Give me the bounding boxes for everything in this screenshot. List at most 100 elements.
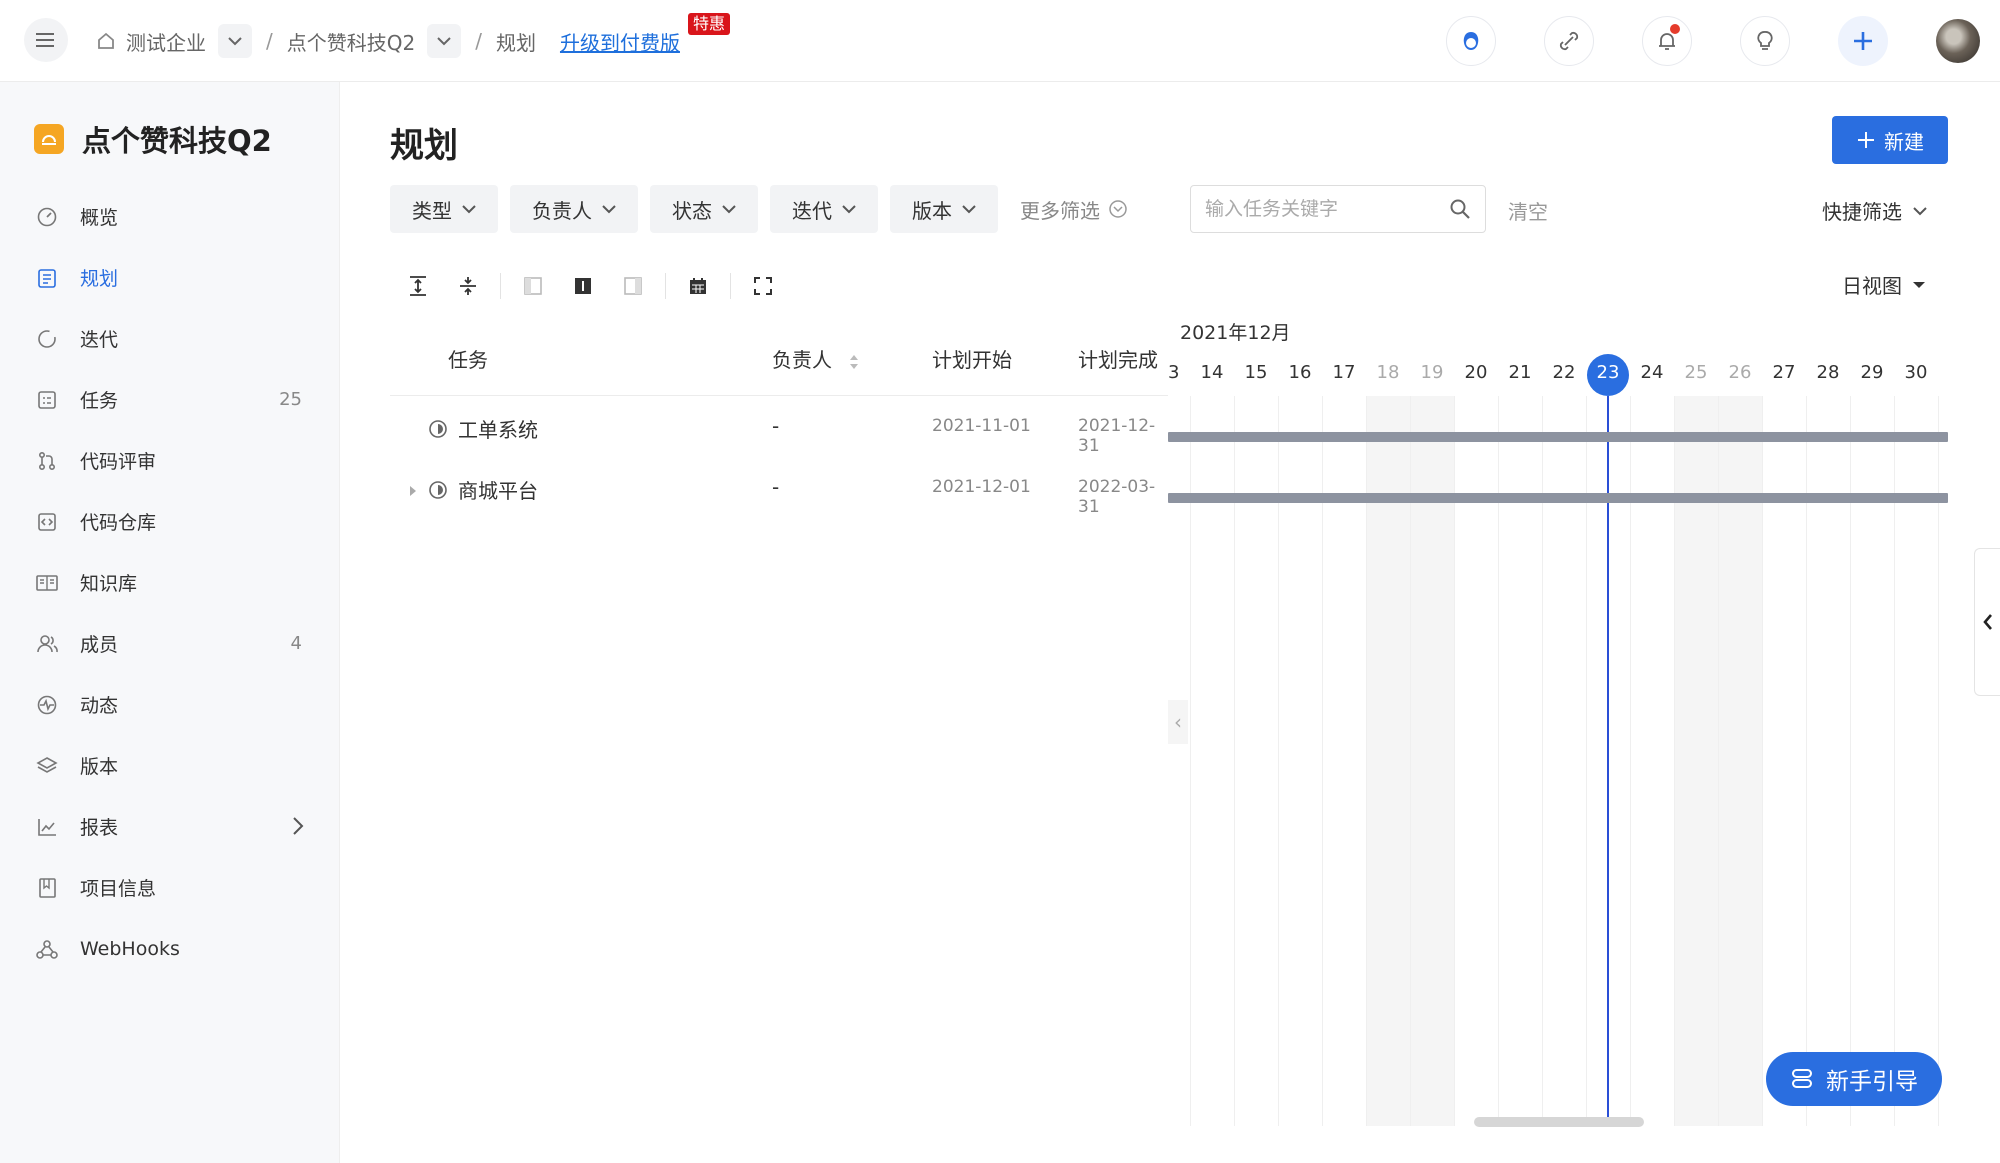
hamburger-icon xyxy=(36,33,54,47)
code-icon xyxy=(34,509,60,535)
onboarding-guide-button[interactable]: 新手引导 xyxy=(1766,1052,1942,1106)
search-icon[interactable] xyxy=(1449,198,1471,220)
collapse-all-button[interactable] xyxy=(450,268,486,304)
project-dropdown-button[interactable] xyxy=(427,24,462,58)
project-header[interactable]: 点个赞科技Q2 xyxy=(34,118,272,160)
gantt-day-column xyxy=(1322,396,1366,1126)
toolbar-divider xyxy=(730,273,731,299)
sidebar-item-code-review[interactable]: 代码评审 xyxy=(0,430,340,491)
caret-down-icon xyxy=(1913,281,1925,288)
collapse-gantt-handle[interactable]: ‹ xyxy=(1168,700,1188,744)
filter-label: 状态 xyxy=(672,198,712,223)
layout-right-button[interactable] xyxy=(615,268,651,304)
page-title: 规划 xyxy=(390,126,458,166)
fullscreen-icon xyxy=(754,277,772,295)
filter-type[interactable]: 类型 xyxy=(390,185,498,233)
assistant-button[interactable] xyxy=(1446,16,1496,66)
sidebar-item-tasks[interactable]: 任务 25 xyxy=(0,369,340,430)
sidebar-item-webhooks[interactable]: WebHooks xyxy=(0,918,340,979)
search-input[interactable] xyxy=(1205,198,1449,220)
horizontal-scrollbar[interactable] xyxy=(1474,1117,1644,1127)
end-date-cell: 2021-12-31 xyxy=(1078,416,1156,456)
gantt-day-column xyxy=(1674,396,1718,1126)
cycle-icon xyxy=(34,326,60,352)
expand-row-icon[interactable] xyxy=(408,479,418,503)
quick-filter-dropdown[interactable]: 快捷筛选 xyxy=(1822,196,1928,225)
gantt-task-bar[interactable] xyxy=(1168,432,1948,442)
guide-icon xyxy=(1792,1069,1812,1088)
table-header: 任务 负责人 计划开始 计划完成 xyxy=(390,322,1168,396)
guide-button-label: 新手引导 xyxy=(1826,1069,1918,1095)
view-mode-dropdown[interactable]: 日视图 xyxy=(1842,270,1926,299)
breadcrumb-separator: / xyxy=(266,29,273,53)
sidebar-item-version[interactable]: 版本 xyxy=(0,735,340,796)
gantt-day-column xyxy=(1190,396,1234,1126)
end-date-cell: 2022-03-31 xyxy=(1078,477,1156,517)
clear-button[interactable]: 清空 xyxy=(1508,196,1548,225)
filter-label: 负责人 xyxy=(532,198,592,223)
book-icon xyxy=(34,570,60,596)
sidebar-item-members[interactable]: 成员 4 xyxy=(0,613,340,674)
sidebar-item-knowledge[interactable]: 知识库 xyxy=(0,552,340,613)
expand-icon xyxy=(410,276,426,296)
today-button[interactable] xyxy=(680,268,716,304)
tips-button[interactable] xyxy=(1740,16,1790,66)
task-count: 25 xyxy=(279,389,302,410)
more-filter-button[interactable]: 更多筛选 xyxy=(1020,195,1128,224)
gantt-day-label: 23 xyxy=(1596,362,1620,383)
user-avatar[interactable] xyxy=(1936,19,1980,63)
fullscreen-button[interactable] xyxy=(745,268,781,304)
chevron-down-icon xyxy=(962,204,976,213)
upgrade-link[interactable]: 升级到付费版 特惠 xyxy=(560,12,730,56)
side-panel-toggle[interactable] xyxy=(1974,548,2000,696)
home-icon xyxy=(98,32,114,49)
plus-icon xyxy=(1854,32,1872,50)
mascot-icon xyxy=(1463,32,1479,50)
sidebar-item-repository[interactable]: 代码仓库 xyxy=(0,491,340,552)
breadcrumb-project[interactable]: 点个赞科技Q2 xyxy=(287,24,462,58)
breadcrumb-enterprise[interactable]: 测试企业 xyxy=(96,24,252,58)
layout-right-icon xyxy=(624,277,642,295)
gantt-day-column xyxy=(1718,396,1762,1126)
gantt-task-bar[interactable] xyxy=(1168,493,1948,503)
table-row[interactable]: 商城平台 - 2021-12-01 2022-03-31 xyxy=(390,457,1168,518)
sidebar-item-iteration[interactable]: 迭代 xyxy=(0,308,340,369)
sidebar-item-label: WebHooks xyxy=(80,937,180,960)
sidebar-item-label: 项目信息 xyxy=(80,878,157,900)
sidebar-item-planning[interactable]: 规划 xyxy=(0,247,340,308)
gantt-toolbar xyxy=(400,266,795,306)
filter-status[interactable]: 状态 xyxy=(650,185,758,233)
chevron-down-icon xyxy=(437,37,451,46)
column-header-owner[interactable]: 负责人 xyxy=(772,344,860,373)
filter-owner[interactable]: 负责人 xyxy=(510,185,638,233)
sidebar-item-project-info[interactable]: 项目信息 xyxy=(0,857,340,918)
gantt-day-label: 27 xyxy=(1772,362,1796,383)
filter-iteration[interactable]: 迭代 xyxy=(770,185,878,233)
gantt-day-label: 21 xyxy=(1508,362,1532,383)
sort-icon xyxy=(850,354,859,369)
sidebar-item-reports[interactable]: 报表 xyxy=(0,796,340,857)
start-date-cell: 2021-12-01 xyxy=(932,477,1031,497)
layout-split-button[interactable] xyxy=(565,268,601,304)
filter-version[interactable]: 版本 xyxy=(890,185,998,233)
layout-left-button[interactable] xyxy=(515,268,551,304)
breadcrumb-enterprise-label: 测试企业 xyxy=(126,30,206,55)
gantt-day-label: 30 xyxy=(1904,362,1928,383)
gantt-day-column xyxy=(1630,396,1674,1126)
gantt-day-label: 15 xyxy=(1244,362,1268,383)
menu-button[interactable] xyxy=(24,18,68,62)
sidebar-item-activity[interactable]: 动态 xyxy=(0,674,340,735)
sidebar-item-overview[interactable]: 概览 xyxy=(0,186,340,247)
enterprise-dropdown-button[interactable] xyxy=(218,24,252,58)
notification-button[interactable] xyxy=(1642,16,1692,66)
sidebar-item-label: 动态 xyxy=(80,695,119,717)
link-button[interactable] xyxy=(1544,16,1594,66)
create-button[interactable] xyxy=(1838,16,1888,66)
new-button[interactable]: 新建 xyxy=(1832,116,1948,164)
gantt-grid xyxy=(1168,396,1948,1126)
expand-all-button[interactable] xyxy=(400,268,436,304)
gantt-day-label: 19 xyxy=(1420,362,1444,383)
toolbar-divider xyxy=(500,273,501,299)
project-name: 点个赞科技Q2 xyxy=(82,124,272,158)
table-row[interactable]: 工单系统 - 2021-11-01 2021-12-31 xyxy=(390,396,1168,457)
